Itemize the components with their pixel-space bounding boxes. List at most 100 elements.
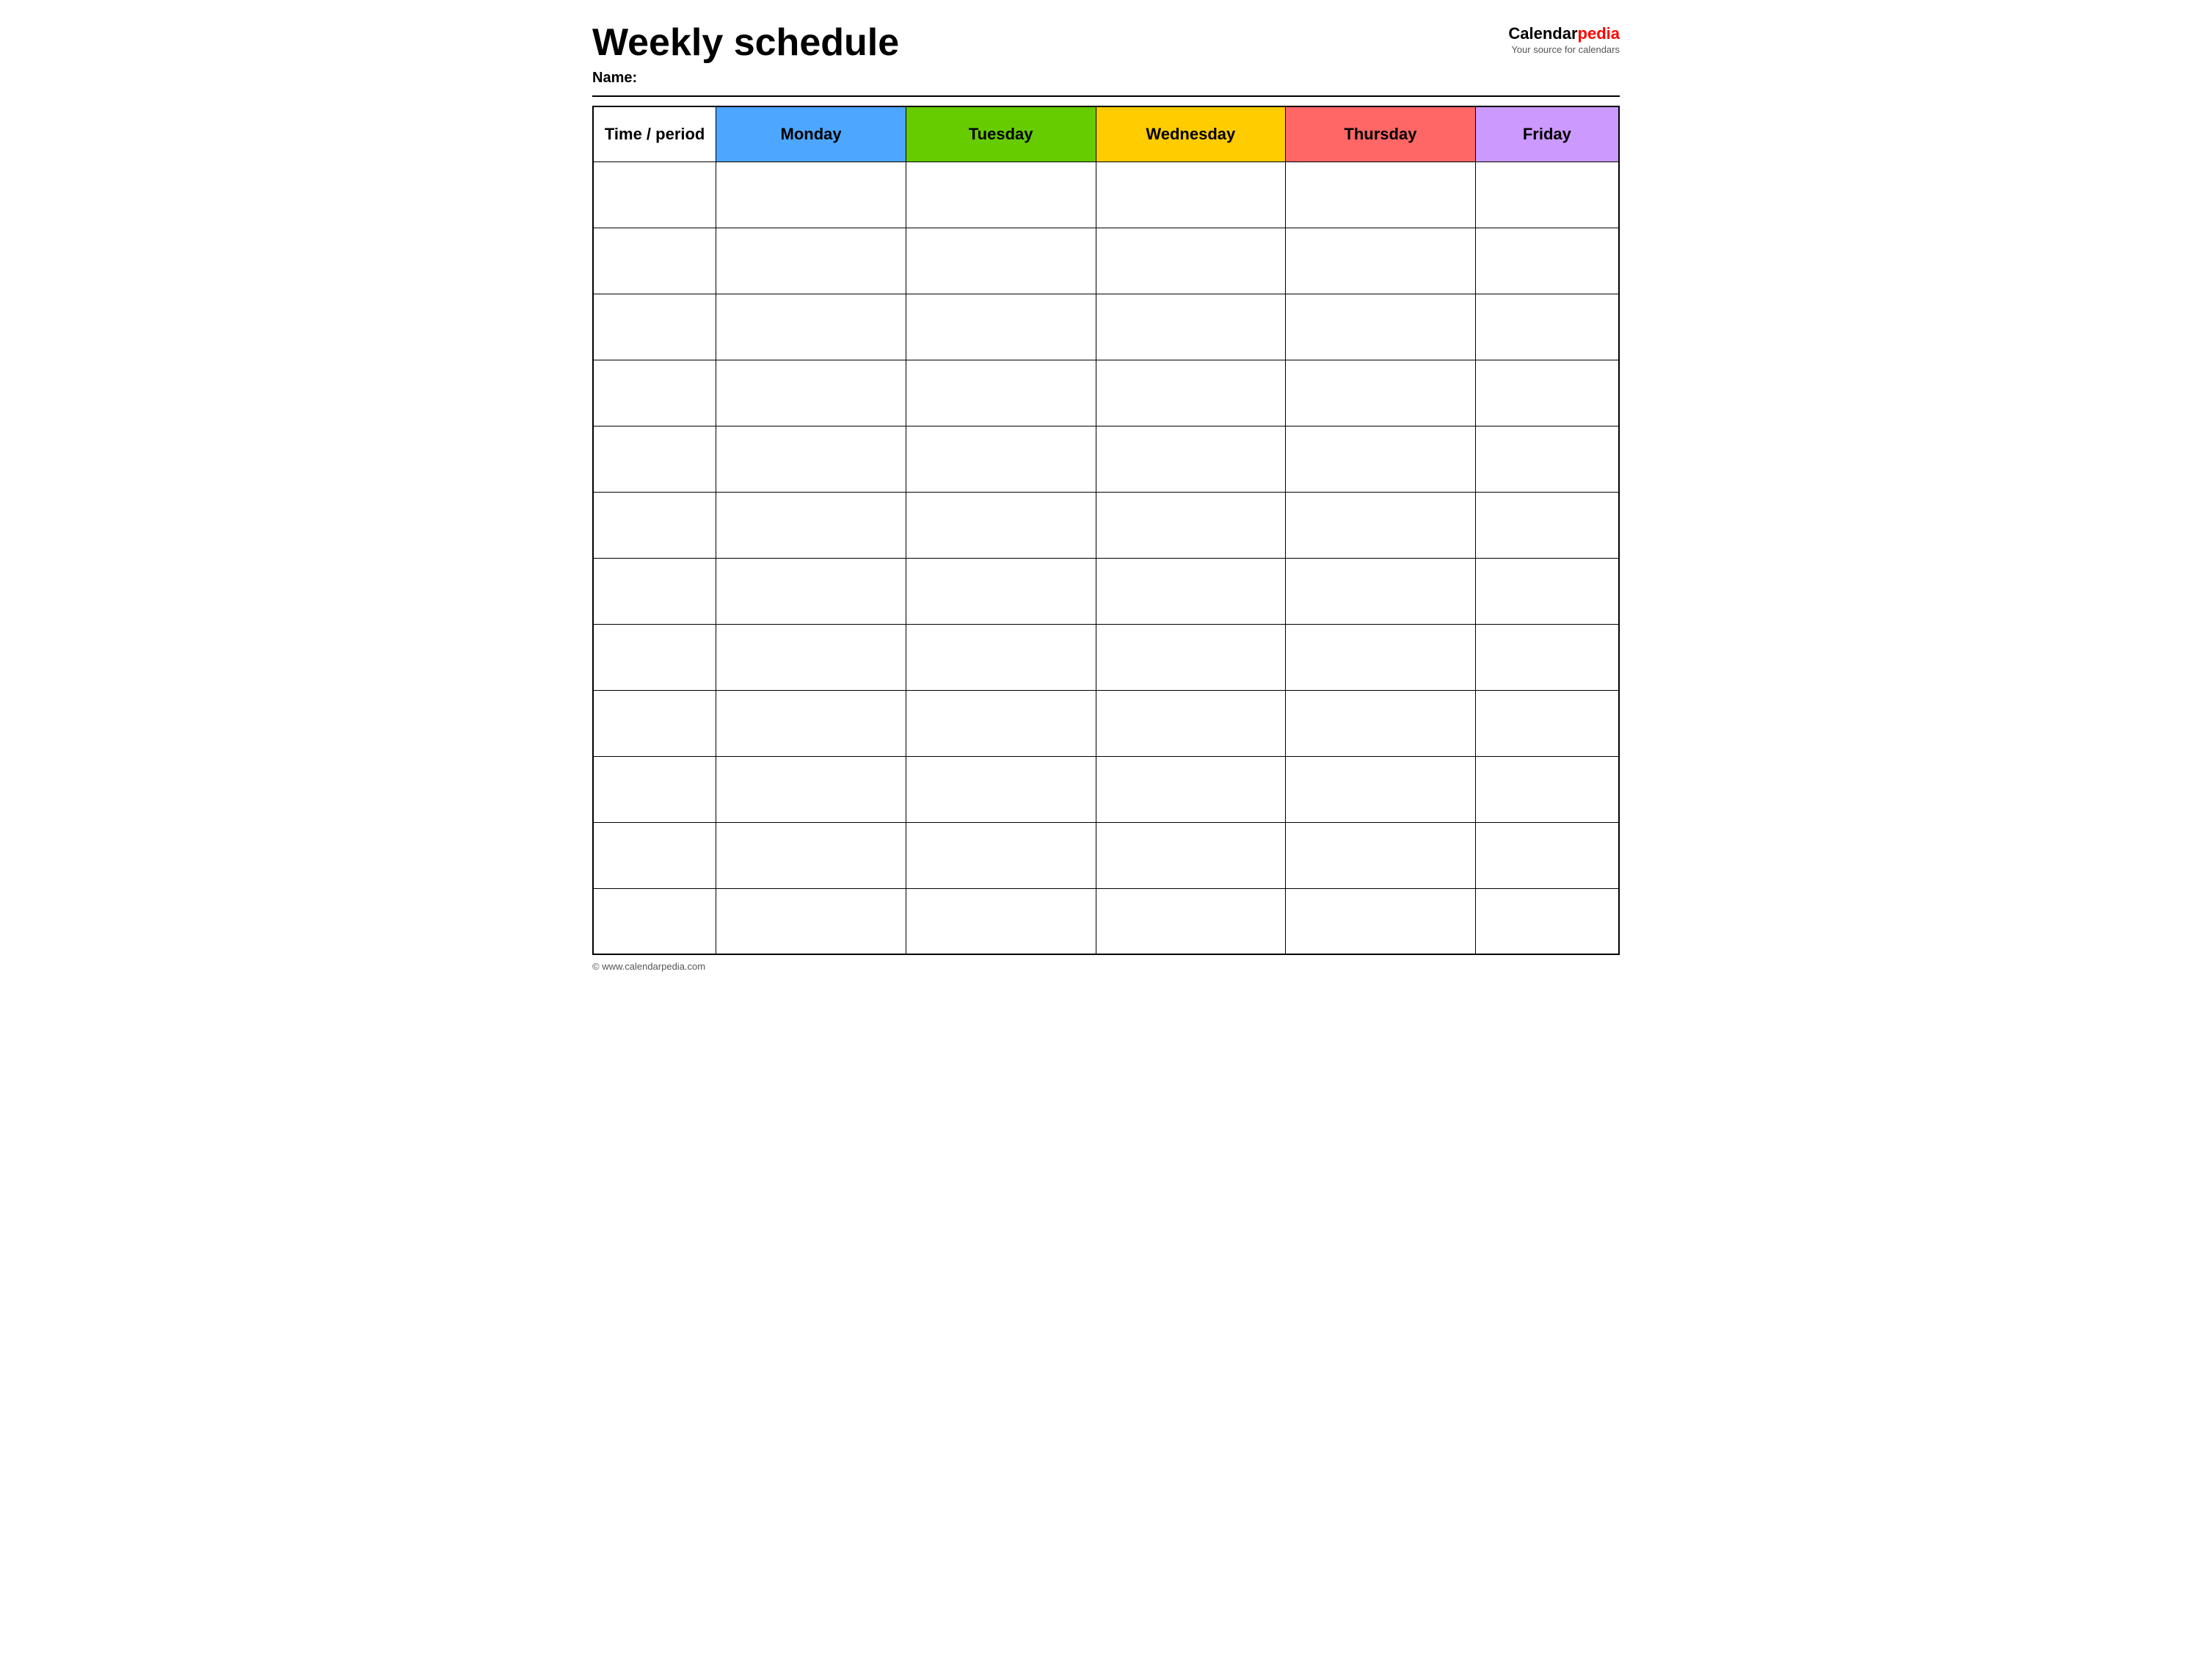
schedule-cell[interactable] — [716, 822, 906, 888]
time-cell[interactable] — [593, 228, 716, 294]
name-label: Name: — [592, 70, 1508, 87]
schedule-cell[interactable] — [1096, 888, 1286, 954]
time-cell[interactable] — [593, 888, 716, 954]
schedule-cell[interactable] — [1096, 690, 1286, 756]
time-cell[interactable] — [593, 426, 716, 492]
schedule-cell[interactable] — [906, 161, 1096, 228]
table-row — [593, 492, 1619, 558]
table-row — [593, 294, 1619, 360]
time-cell[interactable] — [593, 624, 716, 690]
schedule-cell[interactable] — [1096, 161, 1286, 228]
schedule-cell[interactable] — [906, 426, 1096, 492]
schedule-cell[interactable] — [1096, 426, 1286, 492]
schedule-cell[interactable] — [906, 228, 1096, 294]
schedule-table: Time / period Monday Tuesday Wednesday T… — [592, 106, 1620, 955]
schedule-cell[interactable] — [1286, 294, 1476, 360]
schedule-cell[interactable] — [716, 624, 906, 690]
schedule-cell[interactable] — [1286, 558, 1476, 624]
schedule-cell[interactable] — [906, 360, 1096, 426]
schedule-cell[interactable] — [716, 492, 906, 558]
schedule-cell[interactable] — [716, 756, 906, 822]
copyright-text: © www.calendarpedia.com — [592, 961, 705, 972]
schedule-cell[interactable] — [1096, 228, 1286, 294]
schedule-cell[interactable] — [1286, 624, 1476, 690]
table-row — [593, 822, 1619, 888]
schedule-cell[interactable] — [1286, 756, 1476, 822]
schedule-cell[interactable] — [1286, 888, 1476, 954]
schedule-cell[interactable] — [906, 558, 1096, 624]
table-row — [593, 426, 1619, 492]
schedule-body — [593, 161, 1619, 954]
schedule-cell[interactable] — [716, 888, 906, 954]
col-header-friday: Friday — [1475, 106, 1619, 161]
schedule-cell[interactable] — [1475, 228, 1619, 294]
schedule-cell[interactable] — [1286, 690, 1476, 756]
schedule-cell[interactable] — [906, 294, 1096, 360]
schedule-cell[interactable] — [1475, 822, 1619, 888]
logo-text: Calendarpedia — [1508, 26, 1620, 42]
schedule-cell[interactable] — [906, 822, 1096, 888]
schedule-cell[interactable] — [1475, 888, 1619, 954]
schedule-cell[interactable] — [716, 161, 906, 228]
schedule-cell[interactable] — [1475, 426, 1619, 492]
schedule-cell[interactable] — [1096, 360, 1286, 426]
schedule-cell[interactable] — [1475, 360, 1619, 426]
table-row — [593, 624, 1619, 690]
time-cell[interactable] — [593, 161, 716, 228]
logo-pedia: pedia — [1578, 24, 1620, 43]
table-row — [593, 161, 1619, 228]
col-header-tuesday: Tuesday — [906, 106, 1096, 161]
table-row — [593, 558, 1619, 624]
header-section: Weekly schedule Name: Calendarpedia Your… — [592, 22, 1620, 87]
schedule-cell[interactable] — [716, 426, 906, 492]
schedule-cell[interactable] — [1475, 690, 1619, 756]
schedule-cell[interactable] — [1096, 558, 1286, 624]
schedule-cell[interactable] — [1096, 294, 1286, 360]
schedule-cell[interactable] — [1286, 822, 1476, 888]
time-cell[interactable] — [593, 690, 716, 756]
table-row — [593, 360, 1619, 426]
schedule-cell[interactable] — [716, 558, 906, 624]
schedule-cell[interactable] — [1286, 228, 1476, 294]
schedule-cell[interactable] — [716, 360, 906, 426]
page-wrapper: Weekly schedule Name: Calendarpedia Your… — [592, 22, 1620, 972]
schedule-cell[interactable] — [716, 228, 906, 294]
schedule-cell[interactable] — [906, 690, 1096, 756]
schedule-cell[interactable] — [1475, 294, 1619, 360]
schedule-cell[interactable] — [716, 294, 906, 360]
title-area: Weekly schedule Name: — [592, 22, 1508, 87]
col-header-monday: Monday — [716, 106, 906, 161]
schedule-cell[interactable] — [1475, 161, 1619, 228]
time-cell[interactable] — [593, 492, 716, 558]
schedule-cell[interactable] — [1475, 492, 1619, 558]
schedule-cell[interactable] — [1475, 756, 1619, 822]
divider-line — [592, 95, 1620, 97]
time-cell[interactable] — [593, 360, 716, 426]
time-cell[interactable] — [593, 756, 716, 822]
schedule-cell[interactable] — [1096, 492, 1286, 558]
schedule-cell[interactable] — [1475, 558, 1619, 624]
logo-tagline: Your source for calendars — [1511, 44, 1620, 55]
page-title: Weekly schedule — [592, 22, 1508, 64]
time-cell[interactable] — [593, 822, 716, 888]
footer-section: © www.calendarpedia.com — [592, 961, 1620, 972]
schedule-cell[interactable] — [906, 756, 1096, 822]
schedule-cell[interactable] — [716, 690, 906, 756]
time-cell[interactable] — [593, 294, 716, 360]
schedule-cell[interactable] — [1286, 426, 1476, 492]
schedule-cell[interactable] — [1096, 822, 1286, 888]
schedule-cell[interactable] — [906, 492, 1096, 558]
logo-calendar: Calendar — [1508, 24, 1577, 43]
table-row — [593, 690, 1619, 756]
schedule-cell[interactable] — [1096, 756, 1286, 822]
schedule-cell[interactable] — [1286, 492, 1476, 558]
schedule-cell[interactable] — [1096, 624, 1286, 690]
schedule-cell[interactable] — [1286, 360, 1476, 426]
schedule-cell[interactable] — [906, 888, 1096, 954]
schedule-cell[interactable] — [906, 624, 1096, 690]
logo-area: Calendarpedia Your source for calendars — [1508, 22, 1620, 55]
table-row — [593, 228, 1619, 294]
schedule-cell[interactable] — [1475, 624, 1619, 690]
time-cell[interactable] — [593, 558, 716, 624]
schedule-cell[interactable] — [1286, 161, 1476, 228]
